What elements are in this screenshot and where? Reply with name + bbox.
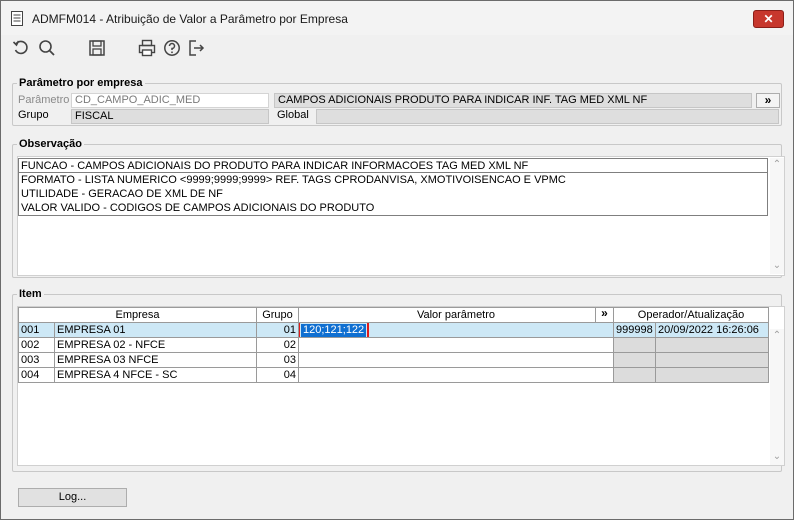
save-icon[interactable] <box>88 39 106 57</box>
cell-operador <box>613 367 656 383</box>
cell-atualizacao <box>655 367 769 383</box>
observacao-group: Observação FUNCAO - CAMPOS ADICIONAIS DO… <box>12 138 785 278</box>
cell-operador <box>613 352 656 368</box>
cell-empresa: EMPRESA 03 NFCE <box>54 352 257 368</box>
cell-grupo: 02 <box>256 337 299 353</box>
col-header-valor[interactable]: Valor parâmetro » <box>298 307 614 323</box>
cell-empresa: EMPRESA 02 - NFCE <box>54 337 257 353</box>
app-window: ADMFM014 - Atribuição de Valor a Parâmet… <box>0 0 794 520</box>
table-row[interactable]: 002 EMPRESA 02 - NFCE 02 <box>18 337 769 353</box>
col-header-grupo[interactable]: Grupo <box>256 307 299 323</box>
cell-valor[interactable] <box>298 352 614 368</box>
table-header-row: Empresa Grupo Valor parâmetro » Operador… <box>18 307 769 323</box>
parametro-expand-button[interactable]: » <box>756 93 780 108</box>
title-bar: ADMFM014 - Atribuição de Valor a Parâmet… <box>1 1 793 35</box>
cell-atualizacao: 20/09/2022 16:26:06 <box>655 322 769 338</box>
cell-atualizacao <box>655 352 769 368</box>
cell-codigo: 001 <box>18 322 55 338</box>
undo-icon[interactable] <box>12 39 30 57</box>
close-icon: ✕ <box>763 12 774 26</box>
close-button[interactable]: ✕ <box>753 10 784 28</box>
global-label: Global <box>277 109 309 121</box>
item-legend: Item <box>19 288 42 300</box>
table-row[interactable]: 001 EMPRESA 01 01 120;121;122 999998 20/… <box>18 322 769 338</box>
cell-operador <box>613 337 656 353</box>
cell-codigo: 002 <box>18 337 55 353</box>
valor-edit-input[interactable]: 120;121;122 <box>299 323 370 337</box>
observacao-line: VALOR VALIDO - CODIGOS DE CAMPOS ADICION… <box>18 201 768 216</box>
observacao-line: FUNCAO - CAMPOS ADICIONAIS DO PRODUTO PA… <box>18 158 768 173</box>
global-field <box>316 109 779 124</box>
log-button[interactable]: Log... <box>18 488 127 507</box>
cell-grupo: 01 <box>256 322 299 338</box>
cell-atualizacao <box>655 337 769 353</box>
item-table: Empresa Grupo Valor parâmetro » Operador… <box>18 307 769 383</box>
cell-empresa: EMPRESA 01 <box>54 322 257 338</box>
cell-valor[interactable]: 120;121;122 <box>298 322 614 338</box>
col-header-empresa[interactable]: Empresa <box>18 307 257 323</box>
table-row[interactable]: 004 EMPRESA 4 NFCE - SC 04 <box>18 367 769 383</box>
document-icon <box>11 11 23 26</box>
help-icon[interactable] <box>163 39 181 57</box>
search-icon[interactable] <box>38 39 56 57</box>
exit-icon[interactable] <box>187 39 205 57</box>
cell-grupo: 03 <box>256 352 299 368</box>
item-grid: Empresa Grupo Valor parâmetro » Operador… <box>17 306 785 466</box>
observacao-textarea[interactable]: FUNCAO - CAMPOS ADICIONAIS DO PRODUTO PA… <box>17 156 785 276</box>
chevron-up-icon[interactable]: ⌃ <box>772 331 782 341</box>
window-title: ADMFM014 - Atribuição de Valor a Parâmet… <box>32 12 348 26</box>
chevron-down-icon[interactable]: ⌄ <box>772 261 782 271</box>
cell-codigo: 004 <box>18 367 55 383</box>
table-row[interactable]: 003 EMPRESA 03 NFCE 03 <box>18 352 769 368</box>
double-chevron-right-icon: » <box>764 93 772 107</box>
parametro-field[interactable]: CD_CAMPO_ADIC_MED <box>71 93 269 108</box>
cell-grupo: 04 <box>256 367 299 383</box>
cell-codigo: 003 <box>18 352 55 368</box>
chevron-up-icon[interactable]: ⌃ <box>772 160 782 170</box>
parametro-legend: Parâmetro por empresa <box>19 77 143 89</box>
grupo-label: Grupo <box>18 109 49 121</box>
cell-valor[interactable] <box>298 367 614 383</box>
observacao-line: UTILIDADE - GERACAO DE XML DE NF <box>18 187 768 202</box>
item-scrollbar[interactable]: ⌃ ⌄ <box>770 329 784 465</box>
grupo-field: FISCAL <box>71 109 269 124</box>
valor-expand-button[interactable]: » <box>595 307 613 322</box>
cell-empresa: EMPRESA 4 NFCE - SC <box>54 367 257 383</box>
parametro-description-field: CAMPOS ADICIONAIS PRODUTO PARA INDICAR I… <box>274 93 752 108</box>
cell-valor[interactable] <box>298 337 614 353</box>
observacao-legend: Observação <box>19 138 82 150</box>
toolbar <box>1 35 793 61</box>
parametro-label: Parâmetro <box>18 94 70 106</box>
item-group: Item Empresa Grupo Valor parâmetro » Ope… <box>12 288 785 472</box>
observacao-line: FORMATO - LISTA NUMERICO <9999;9999;9999… <box>18 173 768 188</box>
print-icon[interactable] <box>138 39 156 57</box>
chevron-down-icon[interactable]: ⌄ <box>772 452 782 462</box>
observacao-scrollbar[interactable]: ⌃ ⌄ <box>770 158 784 274</box>
cell-operador: 999998 <box>613 322 656 338</box>
col-header-operador[interactable]: Operador/Atualização <box>613 307 769 323</box>
parametro-group: Parâmetro por empresa Parâmetro CD_CAMPO… <box>12 77 782 126</box>
